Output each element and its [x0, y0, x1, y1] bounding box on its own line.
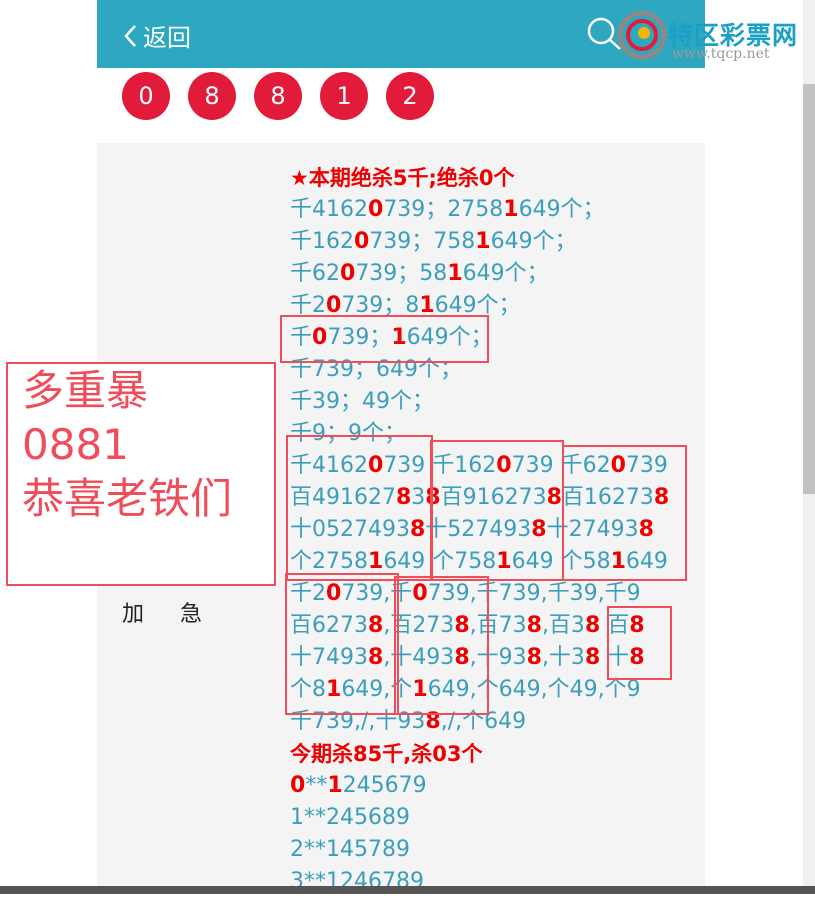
line-text: 千39；49个； — [290, 389, 434, 414]
content-line: ★本期绝杀5千;绝杀0个 — [290, 162, 710, 194]
chevron-left-icon — [124, 24, 136, 47]
content-line: 0**1245679 — [290, 770, 710, 802]
annotation-box: 多重暴 0881 恭喜老铁们 — [6, 362, 276, 586]
result-ball: 8 — [188, 72, 236, 120]
result-ball: 0 — [122, 72, 170, 120]
logo-swirl-icon — [617, 10, 667, 60]
line-text: ** — [305, 773, 328, 798]
highlight-digit: ★本期绝杀5千 — [290, 166, 429, 190]
logo-url: www.tqcp.net — [672, 46, 770, 62]
result-ball: 8 — [254, 72, 302, 120]
content-line: 今期杀85千,杀03个 — [290, 738, 710, 770]
line-text: ; — [428, 166, 437, 190]
highlight-digit: 1 — [475, 229, 491, 254]
highlight-box — [430, 440, 564, 581]
highlight-digit: 8 — [584, 645, 601, 670]
highlight-box — [607, 606, 672, 680]
annotation-line: 多重暴 — [22, 366, 149, 415]
highlight-digit: 杀03个 — [411, 742, 483, 766]
result-ball: 2 — [386, 72, 434, 120]
result-ball: 1 — [320, 72, 368, 120]
highlight-box — [394, 576, 489, 715]
highlight-box — [286, 435, 433, 581]
scrollbar-thumb[interactable] — [803, 84, 815, 494]
line-text: 千62 — [290, 261, 340, 286]
site-logo[interactable]: 特区彩票网 www.tqcp.net — [612, 6, 812, 66]
highlight-digit: 1 — [327, 773, 343, 798]
line-text: 649个； — [462, 261, 549, 286]
highlight-digit: 8 — [526, 645, 542, 670]
annotation-line: 0881 — [22, 420, 129, 469]
highlight-digit: 0 — [340, 261, 356, 286]
highlight-digit: 0 — [368, 197, 384, 222]
content-line: 千41620739；27581649个； — [290, 194, 710, 226]
highlight-digit: 0 — [290, 773, 306, 798]
line-text: 2**145789 — [290, 837, 410, 862]
content-line: 2**145789 — [290, 834, 710, 866]
line-text: 739；758 — [369, 229, 476, 254]
highlight-digit: 绝杀0个 — [436, 166, 515, 190]
highlight-digit: 1 — [503, 197, 519, 222]
line-text: ,十3 — [541, 645, 585, 670]
back-button[interactable]: 返回 — [123, 18, 191, 53]
content-line: 1**245689 — [290, 802, 710, 834]
line-text: 649个； — [490, 229, 577, 254]
line-text: 1**245689 — [290, 805, 410, 830]
highlight-digit: 8 — [584, 613, 601, 638]
highlight-digit: 0 — [354, 229, 370, 254]
line-text: 739；58 — [355, 261, 448, 286]
result-balls: 0 8 8 1 2 — [122, 72, 452, 120]
line-text: ,百3 — [541, 613, 585, 638]
annotation-line: 恭喜老铁们 — [22, 474, 233, 523]
line-text: 245679 — [342, 773, 427, 798]
urgent-label: 加急 — [122, 602, 239, 627]
line-text: 千4162 — [290, 197, 368, 222]
highlight-box — [285, 573, 399, 715]
bottom-bar — [0, 886, 815, 894]
line-text: 649个； — [518, 197, 605, 222]
highlight-box — [562, 445, 687, 581]
line-text: 739；2758 — [383, 197, 504, 222]
highlight-box — [280, 315, 489, 363]
content-line: 千620739；581649个； — [290, 258, 710, 290]
back-label: 返回 — [143, 24, 191, 52]
highlight-digit: 1 — [447, 261, 463, 286]
highlight-digit: 今期杀85千 — [290, 742, 404, 766]
highlight-digit: 8 — [526, 613, 542, 638]
content-line: 千39；49个； — [290, 386, 710, 418]
content-line: 千1620739；7581649个； — [290, 226, 710, 258]
line-text: 千162 — [290, 229, 354, 254]
